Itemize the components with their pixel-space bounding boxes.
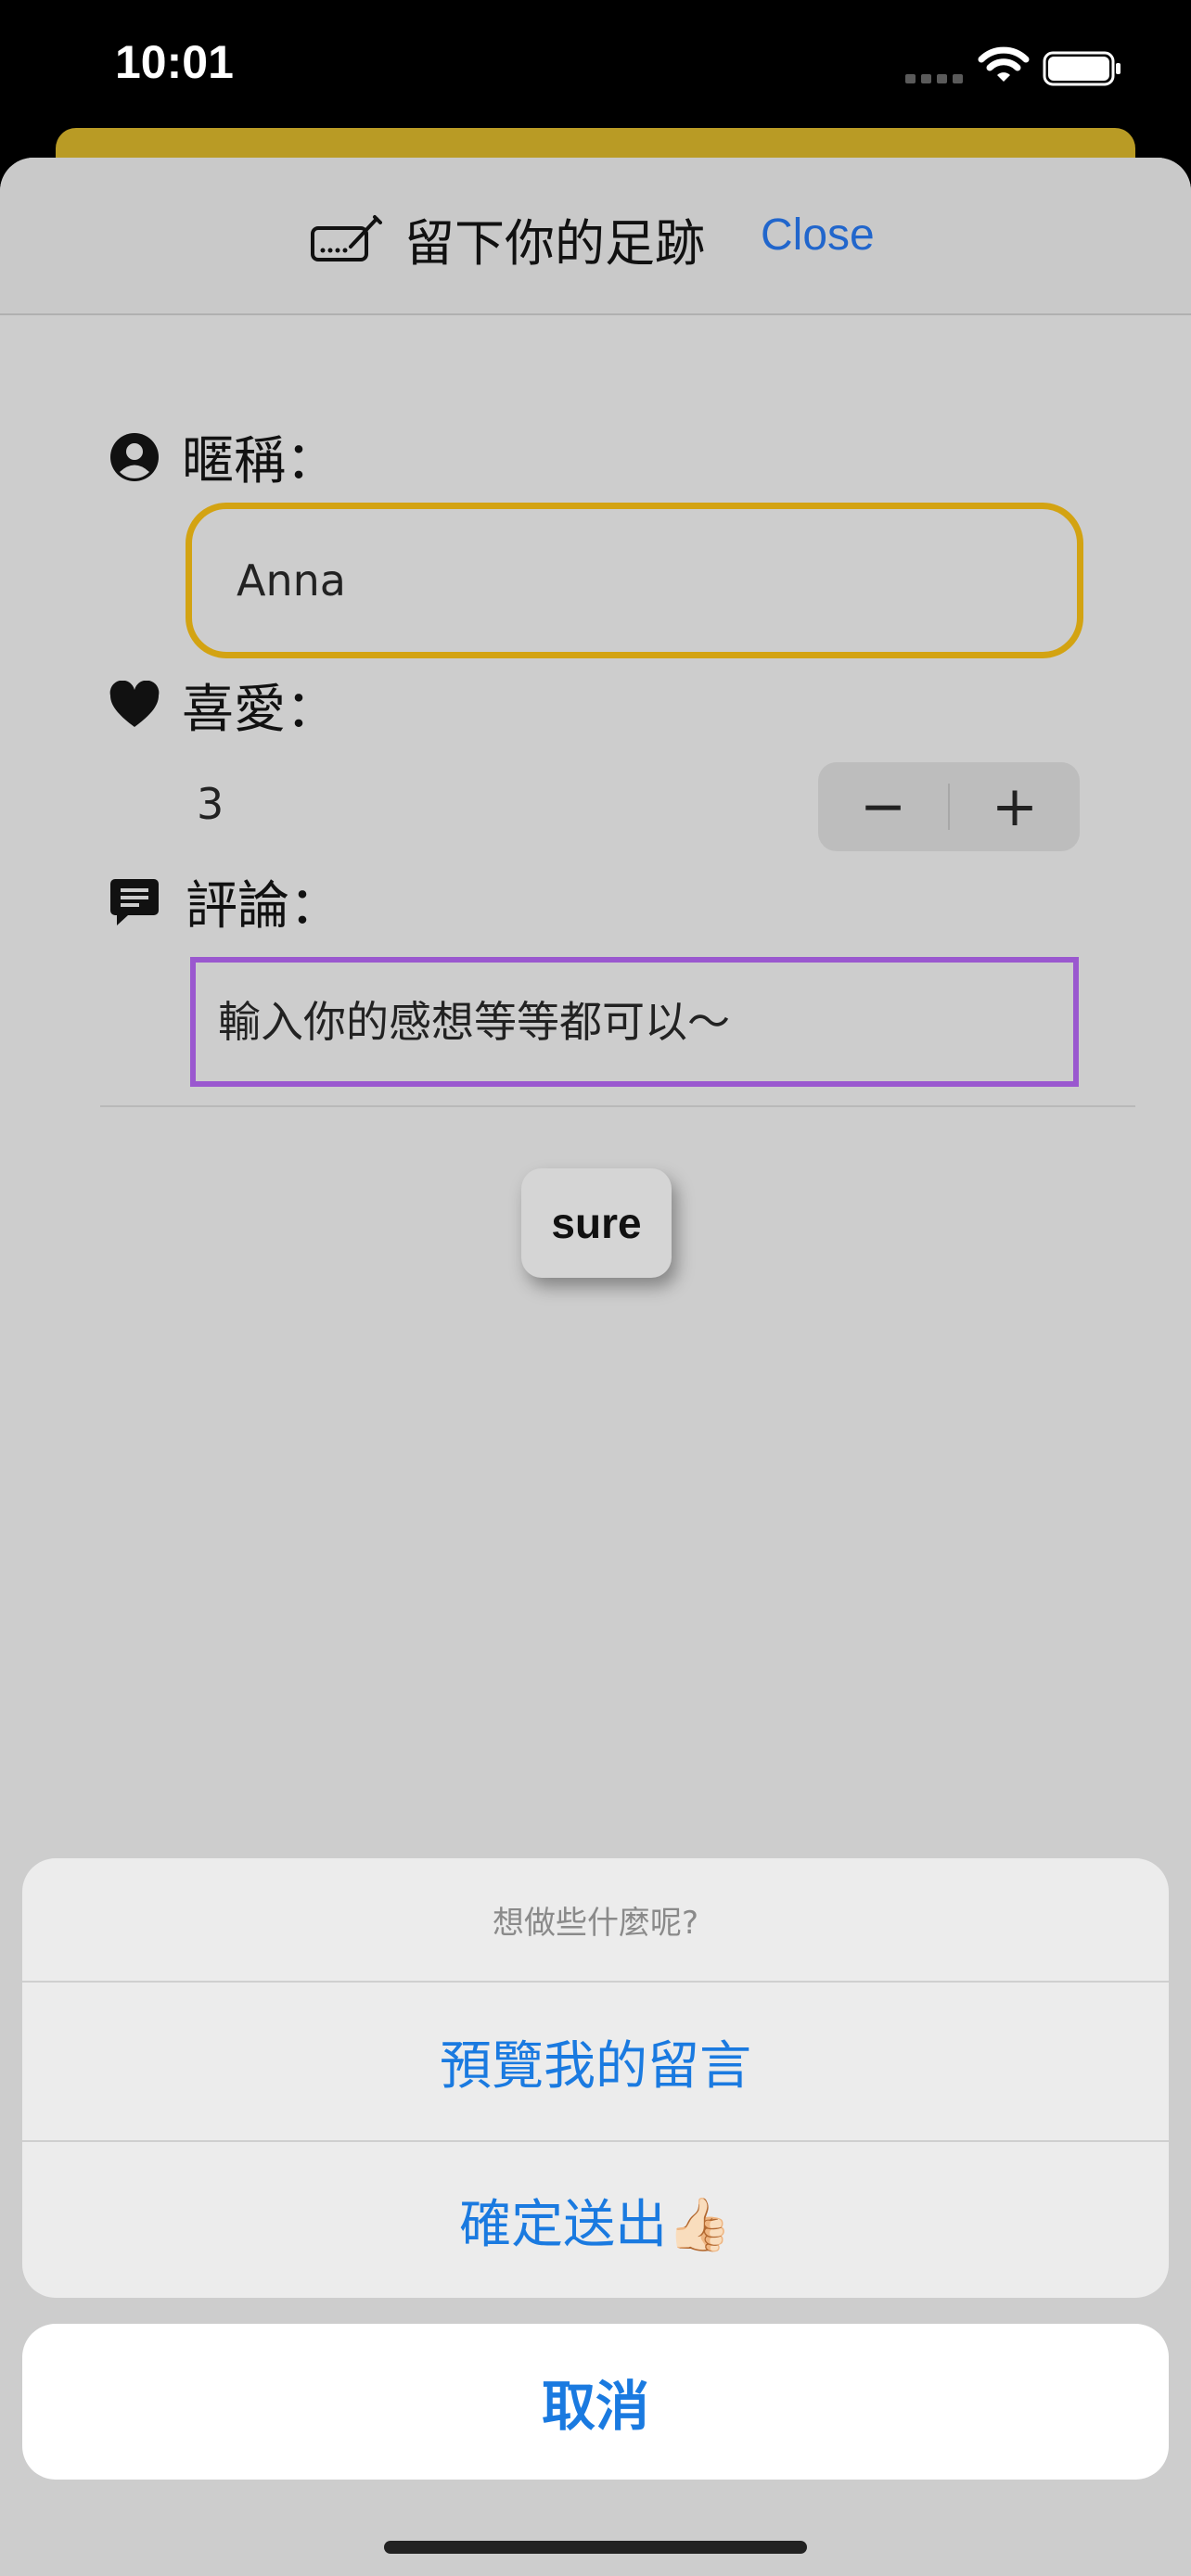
cancel-button[interactable]: 取消 <box>22 2324 1169 2480</box>
preview-message-button[interactable]: 預覽我的留言 <box>22 1983 1169 2140</box>
message-icon <box>110 879 159 925</box>
comment-input[interactable] <box>190 957 1079 1087</box>
sure-button[interactable]: sure <box>521 1168 672 1278</box>
likes-stepper: − + <box>818 762 1080 851</box>
nickname-input[interactable] <box>186 503 1083 658</box>
status-time: 10:01 <box>115 36 234 88</box>
action-sheet-title: 想做些什麼呢? <box>22 1858 1169 1983</box>
wifi-icon <box>978 46 1030 82</box>
increment-button[interactable]: + <box>950 762 1080 851</box>
like-count: 3 <box>197 779 224 829</box>
nickname-label: 暱稱： <box>182 431 338 491</box>
page-title: 留下你的足跡 <box>404 214 705 273</box>
battery-icon <box>1043 51 1121 86</box>
person-circle-icon <box>110 433 159 481</box>
home-indicator <box>384 2541 807 2554</box>
status-bar: 10:01 <box>0 0 1191 139</box>
close-button[interactable]: Close <box>761 210 875 261</box>
likes-label: 喜愛： <box>182 680 338 740</box>
action-sheet: 想做些什麼呢? 預覽我的留言 確定送出👍🏻 <box>22 1858 1169 2298</box>
nav-bar: 留下你的足跡 Close <box>0 158 1191 315</box>
signal-dots-icon <box>905 74 965 83</box>
decrement-button[interactable]: − <box>818 762 948 851</box>
heart-icon <box>109 681 160 727</box>
form-divider <box>100 1105 1135 1107</box>
confirm-send-button[interactable]: 確定送出👍🏻 <box>22 2140 1169 2298</box>
signature-icon <box>311 215 382 261</box>
comment-label: 評論： <box>186 876 341 937</box>
